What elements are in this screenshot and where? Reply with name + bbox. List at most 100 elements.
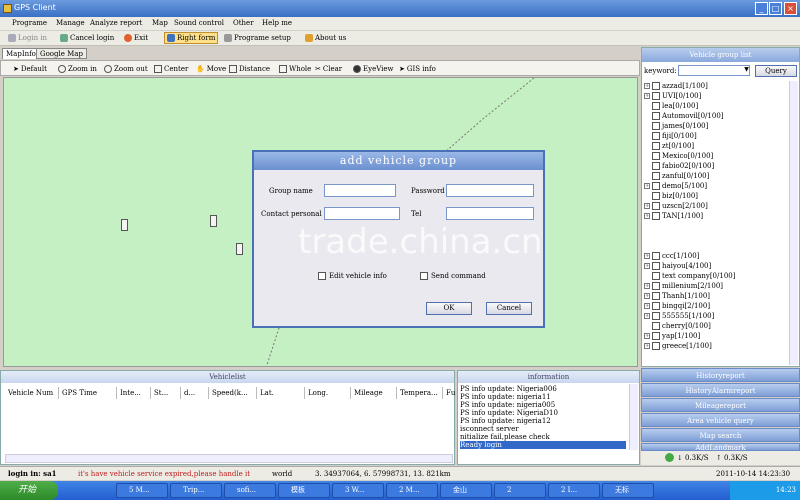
tree-item[interactable]: +555555[1/100]: [644, 311, 784, 321]
taskbar-item[interactable]: 2: [494, 483, 546, 498]
expand-icon[interactable]: +: [644, 333, 650, 339]
history-report-button[interactable]: Historyreport: [641, 368, 800, 382]
tree-item[interactable]: biz[0/100]: [644, 191, 784, 201]
tool-whole[interactable]: Whole: [279, 65, 311, 73]
checkbox-box[interactable]: [652, 162, 660, 170]
checkbox-box[interactable]: [652, 192, 660, 200]
tool-zoom-out[interactable]: Zoom out: [104, 65, 148, 73]
tool-gis-info[interactable]: ➤ GIS info: [399, 65, 436, 73]
checkbox-box[interactable]: [652, 252, 660, 260]
cancel-button[interactable]: Cancel: [486, 302, 532, 315]
checkbox-box[interactable]: [652, 342, 660, 350]
tab-mapinfo[interactable]: MapInfo: [2, 48, 40, 59]
checkbox-box[interactable]: [652, 272, 660, 280]
taskbar-item[interactable]: 3 W...: [332, 483, 384, 498]
taskbar-item[interactable]: 无标: [602, 483, 654, 498]
checkbox-box[interactable]: [652, 332, 660, 340]
map-search-button[interactable]: Map search: [641, 428, 800, 442]
chevron-down-icon[interactable]: ▼: [743, 66, 750, 75]
checkbox-box[interactable]: [652, 202, 660, 210]
password-input[interactable]: [446, 184, 534, 197]
tree-item[interactable]: + ccc[1/100]: [644, 251, 784, 261]
tool-center[interactable]: Center: [154, 65, 188, 73]
taskbar-item[interactable]: 5 M...: [116, 483, 168, 498]
tree-item[interactable]: + Thanh[1/100]: [644, 291, 784, 301]
group-scrollbar[interactable]: [789, 81, 798, 365]
checkbox-box[interactable]: [652, 262, 660, 270]
col-vehicle-num[interactable]: Vehicle Num: [5, 387, 59, 399]
tool-default[interactable]: ➤ Default: [13, 65, 47, 73]
col-mileage[interactable]: Mileage: [351, 387, 397, 399]
info-line-selected[interactable]: Ready login: [460, 441, 626, 449]
tree-item[interactable]: + azzad[1/100]: [644, 81, 784, 91]
tree-item[interactable]: Automovil[0/100]: [644, 111, 784, 121]
tree-item[interactable]: + TAN[1/100]: [644, 211, 784, 221]
expand-icon[interactable]: +: [644, 203, 650, 209]
programe-setup-button[interactable]: Programe setup: [224, 34, 291, 42]
send-command-checkbox[interactable]: Send command: [420, 272, 486, 280]
tree-item[interactable]: + bingqi[2/100]: [644, 301, 784, 311]
checkbox-box[interactable]: [652, 152, 660, 160]
tel-input[interactable]: [446, 207, 534, 220]
tree-item[interactable]: + demo[5/100]: [644, 181, 784, 191]
expand-icon[interactable]: +: [644, 283, 650, 289]
tree-item[interactable]: zanful[0/100]: [644, 171, 784, 181]
col-gps-time[interactable]: GPS Time: [59, 387, 117, 399]
info-scrollbar[interactable]: [629, 384, 638, 450]
checkbox-box[interactable]: [652, 102, 660, 110]
checkbox-box[interactable]: [652, 142, 660, 150]
tool-clear[interactable]: ✂ Clear: [315, 65, 342, 73]
col-lat[interactable]: Lat.: [257, 387, 305, 399]
edit-vehicle-info-checkbox[interactable]: Edit vehicle info: [318, 272, 387, 280]
checkbox-box[interactable]: [652, 82, 660, 90]
col-inte[interactable]: Inte...: [117, 387, 151, 399]
maximize-button[interactable]: □: [769, 2, 782, 15]
checkbox-box[interactable]: [652, 312, 660, 320]
taskbar-item[interactable]: 金山: [440, 483, 492, 498]
menu-map[interactable]: Map: [152, 19, 168, 27]
contact-input[interactable]: [324, 207, 400, 220]
exit-button[interactable]: Exit: [124, 34, 148, 42]
tool-zoom-in[interactable]: Zoom in: [58, 65, 97, 73]
keyword-input[interactable]: [678, 65, 750, 76]
expand-icon[interactable]: +: [644, 183, 650, 189]
expand-icon[interactable]: +: [644, 213, 650, 219]
vehicle-list-scrollbar[interactable]: [5, 454, 453, 463]
expand-icon[interactable]: +: [644, 253, 650, 259]
checkbox-box[interactable]: [652, 322, 660, 330]
col-d[interactable]: d...: [181, 387, 209, 399]
about-us-button[interactable]: About us: [305, 34, 346, 42]
vehicle-marker[interactable]: [210, 215, 217, 227]
tool-move[interactable]: ✋ Move: [196, 65, 226, 73]
expand-icon[interactable]: +: [644, 93, 650, 99]
tree-item[interactable]: lea[0/100]: [644, 101, 784, 111]
checkbox-box[interactable]: [420, 272, 428, 280]
col-temperature[interactable]: Tempera...: [397, 387, 443, 399]
area-vehicle-query-button[interactable]: Area vehicle query: [641, 413, 800, 427]
cancel-login-button[interactable]: Cancel login: [60, 34, 114, 42]
taskbar-item[interactable]: sofi...: [224, 483, 276, 498]
tool-eyeview[interactable]: EyeView: [353, 65, 394, 73]
tool-distance[interactable]: Distance: [229, 65, 270, 73]
expand-icon[interactable]: +: [644, 313, 650, 319]
checkbox-box[interactable]: [652, 172, 660, 180]
close-button[interactable]: ×: [784, 2, 797, 15]
tree-item[interactable]: text company[0/100]: [644, 271, 784, 281]
history-alarm-report-button[interactable]: HistoryAlarmreport: [641, 383, 800, 397]
right-form-button[interactable]: Right form: [164, 32, 219, 44]
start-button[interactable]: 开始: [0, 481, 58, 500]
checkbox-box[interactable]: [652, 182, 660, 190]
col-fuel[interactable]: Fu: [443, 387, 455, 399]
col-st[interactable]: St...: [151, 387, 181, 399]
add-landmark-button[interactable]: AddLandmark: [641, 443, 800, 451]
taskbar-item[interactable]: 模板: [278, 483, 330, 498]
login-in-button[interactable]: Login in: [8, 34, 47, 42]
checkbox-box[interactable]: [652, 92, 660, 100]
col-long[interactable]: Long.: [305, 387, 351, 399]
menu-sound-control[interactable]: Sound control: [174, 19, 224, 27]
expand-icon[interactable]: +: [644, 303, 650, 309]
tree-item[interactable]: + haiyou[4/100]: [644, 261, 784, 271]
checkbox-box[interactable]: [652, 282, 660, 290]
menu-help-me[interactable]: Help me: [262, 19, 292, 27]
tree-item[interactable]: fiji[0/100]: [644, 131, 784, 141]
